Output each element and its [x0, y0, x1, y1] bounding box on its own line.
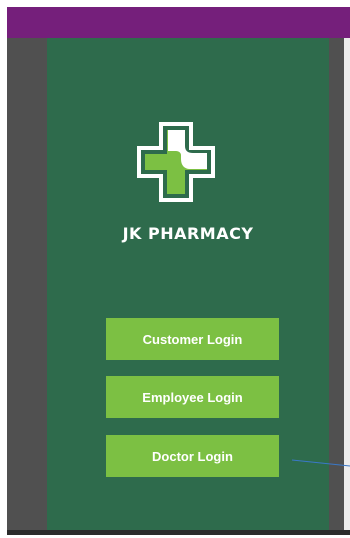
employee-login-button[interactable]: Employee Login [106, 376, 279, 418]
pharmacy-cross-icon [137, 122, 215, 202]
window-edge [344, 38, 350, 530]
doctor-login-button[interactable]: Doctor Login [106, 435, 279, 477]
title-bar[interactable] [7, 7, 350, 38]
brand-title: JK PHARMACY [122, 224, 254, 243]
form-canvas: JK PHARMACY Customer Login Employee Logi… [0, 0, 350, 538]
bottom-bar [7, 530, 350, 535]
customer-login-button[interactable]: Customer Login [106, 318, 279, 360]
